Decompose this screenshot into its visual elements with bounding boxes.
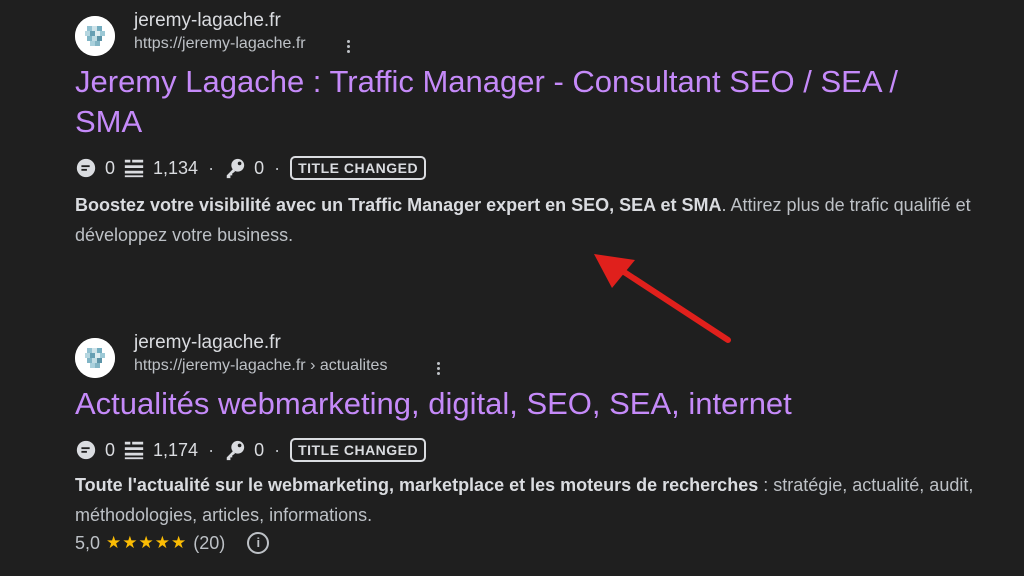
key-icon [224,157,246,179]
result-snippet: Toute l'actualité sur le webmarketing, m… [75,470,975,530]
site-url: https://jeremy-lagache.fr [134,35,306,52]
rating-row: 5,0 ★★★★★ (20) i [75,530,975,556]
site-favicon [75,16,115,56]
separator-dot: · [208,157,215,178]
word-count: 1,174 [153,439,199,460]
title-changed-badge: TITLE CHANGED [290,156,427,180]
key-icon [224,439,246,461]
result-snippet: Boostez votre visibilité avec un Traffic… [75,190,975,250]
more-vert-icon[interactable] [431,360,445,380]
seo-metrics-row: 0 1,134 · 0 · TITLE CHANGED [75,154,975,182]
site-favicon [75,338,115,378]
site-header[interactable]: jeremy-lagache.fr https://jeremy-lagache… [75,8,975,62]
separator-dot: · [274,439,281,460]
title-changed-badge: TITLE CHANGED [290,438,427,462]
snippet-bold: Toute l'actualité sur le webmarketing, m… [75,475,759,495]
site-url: https://jeremy-lagache.fr › actualites [134,357,388,374]
word-count-icon [123,439,145,461]
comment-icon [75,157,97,179]
search-results-page: jeremy-lagache.fr https://jeremy-lagache… [0,0,1024,576]
title-line-1: Actualités webmarketing, digital, SEO, S… [75,386,792,421]
keywords-count: 0 [254,439,265,460]
result-title-link[interactable]: Actualités webmarketing, digital, SEO, S… [75,384,975,424]
rating-stars: ★★★★★ [106,533,188,552]
info-icon[interactable]: i [247,532,270,554]
separator-dot: · [208,439,215,460]
separator-dot: · [274,157,281,178]
rating-score: 5,0 [75,532,101,553]
keywords-count: 0 [254,157,265,178]
title-line-1: Jeremy Lagache : Traffic Manager - Consu… [75,64,899,99]
result-title-link[interactable]: Jeremy Lagache : Traffic Manager - Consu… [75,62,975,142]
search-result-2: jeremy-lagache.fr https://jeremy-lagache… [75,330,975,556]
comments-count: 0 [105,157,116,178]
site-header[interactable]: jeremy-lagache.fr https://jeremy-lagache… [75,330,975,384]
title-line-2: SMA [75,104,143,139]
seo-metrics-row: 0 1,174 · 0 · TITLE CHANGED [75,436,975,464]
comment-icon [75,439,97,461]
site-name: jeremy-lagache.fr [134,10,281,31]
more-vert-icon[interactable] [341,38,355,58]
word-count-icon [123,157,145,179]
word-count: 1,134 [153,157,199,178]
comments-count: 0 [105,439,116,460]
snippet-bold: Boostez votre visibilité avec un Traffic… [75,195,722,215]
site-name: jeremy-lagache.fr [134,332,281,353]
search-result-1: jeremy-lagache.fr https://jeremy-lagache… [75,8,975,250]
rating-count: (20) [193,532,226,553]
